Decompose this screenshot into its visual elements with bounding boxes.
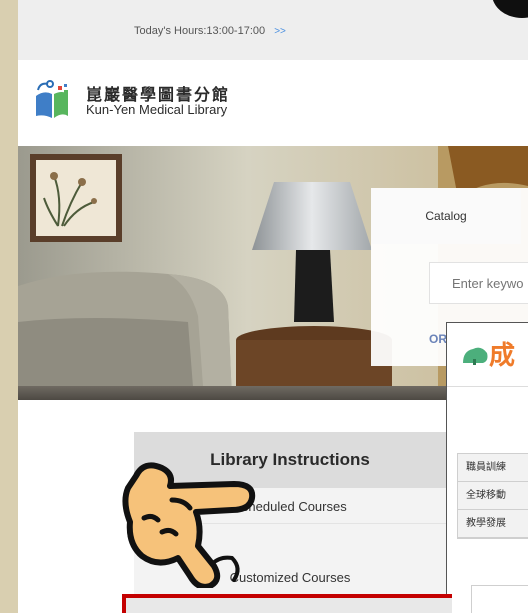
popup-content-box	[471, 585, 528, 613]
search-input[interactable]	[429, 262, 528, 304]
library-logo[interactable]: 崑巖醫學圖書分館 Kun-Yen Medical Library	[34, 74, 294, 124]
library-name-en: Kun-Yen Medical Library	[86, 102, 228, 117]
search-or-separator: OR	[429, 332, 447, 346]
corner-overlay	[492, 0, 528, 18]
tree-logo-icon	[463, 347, 488, 365]
opening-hours-text: Today's Hours:13:00-17:00	[134, 25, 266, 37]
tab-catalog[interactable]: Catalog	[371, 188, 521, 244]
library-logo-icon	[36, 80, 68, 118]
popup-menu-item[interactable]: 全球移動	[458, 482, 528, 510]
opening-hours[interactable]: Today's Hours:13:00-17:00 >>	[134, 25, 286, 37]
popup-header: 成	[447, 323, 528, 387]
top-info-bar: Today's Hours:13:00-17:00 >>	[18, 0, 528, 60]
popup-menu-item[interactable]: 教學發展	[458, 510, 528, 538]
overlay-popup-window: 成 職員訓練 全球移動 教學發展	[446, 322, 528, 613]
hours-more-link[interactable]: >>	[274, 26, 286, 37]
browser-viewport: Today's Hours:13:00-17:00 >> 崑巖醫學圖書分館 Ku…	[18, 0, 528, 613]
popup-menu-item[interactable]: 職員訓練	[458, 454, 528, 482]
menu-item-e-learning[interactable]: E-Learning	[122, 594, 452, 613]
popup-title: 成	[489, 341, 516, 371]
pointing-hand-icon	[122, 462, 256, 588]
popup-menu-list: 職員訓練 全球移動 教學發展	[457, 453, 528, 539]
